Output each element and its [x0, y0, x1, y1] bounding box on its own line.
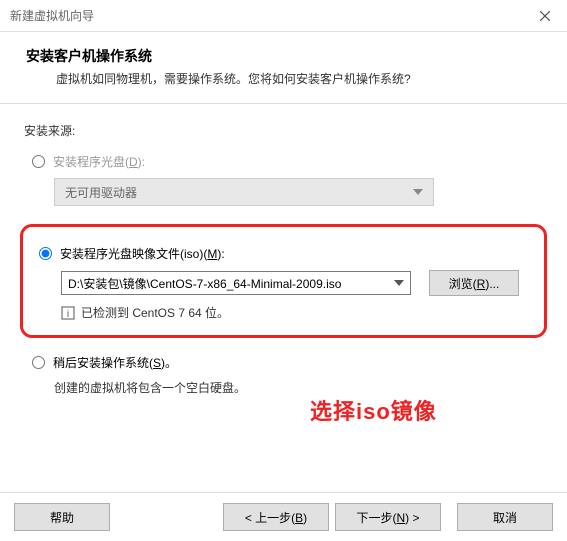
back-button[interactable]: < 上一步(B) [223, 503, 329, 531]
option-later[interactable]: 稍后安装操作系统(S)。 [32, 354, 543, 371]
radio-disc-label: 安装程序光盘(D): [53, 153, 145, 170]
iso-path-dropdown[interactable]: D:\安装包\镜像\CentOS-7-x86_64-Minimal-2009.i… [61, 271, 411, 295]
next-button[interactable]: 下一步(N) > [335, 503, 441, 531]
annotation-text: 选择iso镜像 [310, 394, 437, 426]
chevron-down-icon [394, 278, 404, 288]
svg-text:i: i [67, 309, 69, 320]
close-button[interactable] [522, 0, 567, 32]
radio-later[interactable] [32, 356, 45, 369]
detection-text: 已检测到 CentOS 7 64 位。 [81, 304, 229, 321]
detection-info: i 已检测到 CentOS 7 64 位。 [61, 304, 530, 321]
cancel-button[interactable]: 取消 [457, 503, 553, 531]
info-icon: i [61, 306, 75, 320]
option-disc[interactable]: 安装程序光盘(D): [32, 153, 543, 170]
browse-button[interactable]: 浏览(R)... [429, 270, 519, 296]
wizard-header: 安装客户机操作系统 虚拟机如同物理机，需要操作系统。您将如何安装客户机操作系统? [0, 32, 567, 104]
option-iso[interactable]: 安装程序光盘映像文件(iso)(M): [39, 245, 530, 262]
drive-dropdown-text: 无可用驱动器 [65, 184, 137, 201]
header-title: 安装客户机操作系统 [26, 46, 541, 66]
chevron-down-icon [413, 187, 423, 197]
radio-iso[interactable] [39, 247, 52, 260]
footer-spacer [116, 503, 217, 531]
help-button[interactable]: 帮助 [14, 503, 110, 531]
content-area: 安装来源: 安装程序光盘(D): 无可用驱动器 安装程序光盘映像文件(iso)(… [0, 104, 567, 406]
header-subtitle: 虚拟机如同物理机，需要操作系统。您将如何安装客户机操作系统? [26, 70, 541, 87]
radio-iso-label: 安装程序光盘映像文件(iso)(M): [60, 245, 225, 262]
later-description: 创建的虚拟机将包含一个空白硬盘。 [54, 379, 543, 396]
radio-disc[interactable] [32, 155, 45, 168]
window-title: 新建虚拟机向导 [10, 7, 94, 24]
footer-bar: 帮助 < 上一步(B) 下一步(N) > 取消 [0, 492, 567, 541]
iso-path-text: D:\安装包\镜像\CentOS-7-x86_64-Minimal-2009.i… [68, 275, 341, 292]
iso-path-row: D:\安装包\镜像\CentOS-7-x86_64-Minimal-2009.i… [61, 270, 530, 296]
title-bar: 新建虚拟机向导 [0, 0, 567, 32]
close-icon [540, 11, 550, 21]
highlight-box: 安装程序光盘映像文件(iso)(M): D:\安装包\镜像\CentOS-7-x… [20, 224, 547, 338]
radio-later-label: 稍后安装操作系统(S)。 [53, 354, 177, 371]
drive-dropdown: 无可用驱动器 [54, 178, 434, 206]
install-source-label: 安装来源: [24, 122, 543, 139]
